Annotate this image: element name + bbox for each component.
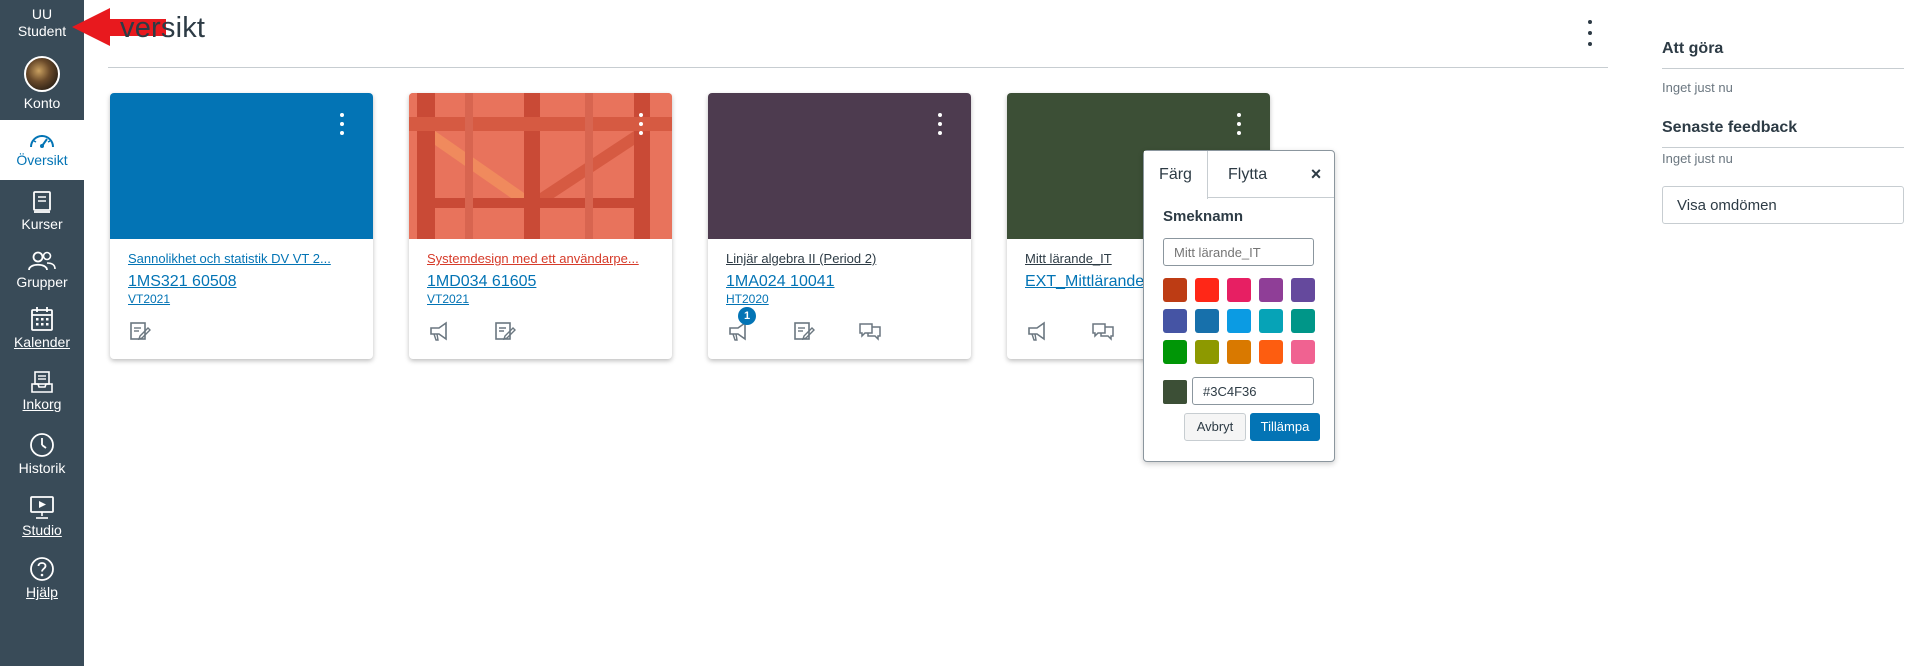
popover-tabs: Färg Flytta × — [1144, 151, 1334, 199]
color-swatch[interactable] — [1227, 309, 1251, 333]
color-swatch[interactable] — [1195, 309, 1219, 333]
course-card: Systemdesign med ett användarpe... 1MD03… — [409, 93, 672, 359]
nav-item-dashboard[interactable]: Översikt — [0, 120, 84, 180]
current-color-preview — [1163, 380, 1187, 404]
close-icon[interactable]: × — [1308, 165, 1324, 183]
course-card-code[interactable]: 1MD034 61605 — [427, 272, 536, 292]
course-card-code[interactable]: 1MA024 10041 — [726, 272, 835, 292]
cancel-button[interactable]: Avbryt — [1184, 413, 1246, 441]
logo-text-line1: UU — [31, 6, 53, 22]
nav-item-courses[interactable]: Kurser — [0, 190, 84, 246]
nav-label-help: Hjälp — [26, 584, 58, 600]
card-options-icon[interactable] — [1235, 113, 1243, 135]
dashboard-options-menu-icon[interactable] — [1582, 20, 1598, 46]
course-card-term[interactable]: VT2021 — [427, 292, 469, 306]
course-card-term[interactable]: HT2020 — [726, 292, 769, 306]
feedback-heading: Senaste feedback — [1662, 119, 1798, 136]
nav-label-account: Konto — [23, 95, 61, 111]
color-swatch[interactable] — [1227, 340, 1251, 364]
apply-button[interactable]: Tillämpa — [1250, 413, 1320, 441]
logo-text-line2: Student — [17, 23, 67, 39]
nav-item-groups[interactable]: Grupper — [0, 250, 84, 306]
nav-item-history[interactable]: Historik — [0, 432, 84, 488]
nickname-input[interactable] — [1163, 238, 1314, 266]
unread-badge: 1 — [738, 307, 756, 325]
color-swatch[interactable] — [1291, 309, 1315, 333]
calendar-icon — [31, 307, 53, 331]
course-color-popover: Färg Flytta × Smeknamn Avbryt Tillämpa — [1143, 150, 1335, 462]
nav-item-calendar[interactable]: Kalender — [0, 306, 84, 364]
hex-color-input[interactable] — [1192, 377, 1314, 405]
color-swatch[interactable] — [1163, 340, 1187, 364]
color-swatch[interactable] — [1227, 278, 1251, 302]
nav-label-inbox: Inkorg — [22, 396, 62, 412]
course-card-code[interactable]: 1MS321 60508 — [128, 272, 237, 292]
assignments-icon[interactable] — [128, 319, 152, 343]
todo-heading: Att göra — [1662, 40, 1724, 57]
color-swatch[interactable] — [1195, 278, 1219, 302]
course-card-code[interactable]: EXT_Mittlärande — [1025, 272, 1144, 292]
global-navigation: UU Student Konto Översikt Kurser Grupper… — [0, 0, 84, 666]
course-card-title[interactable]: Linjär algebra II (Period 2) — [726, 251, 956, 267]
announcements-icon[interactable] — [427, 319, 451, 343]
nav-item-account[interactable]: Konto — [0, 56, 84, 116]
dashboard-icon — [30, 135, 54, 148]
tab-move[interactable]: Flytta — [1228, 151, 1267, 198]
announcements-button[interactable]: 1 — [726, 307, 756, 343]
course-card-title[interactable]: Sannolikhet och statistik DV VT 2... — [128, 251, 358, 267]
feedback-empty-text: Inget just nu — [1662, 151, 1733, 166]
account-avatar — [24, 56, 60, 92]
course-card: Linjär algebra II (Period 2) 1MA024 1004… — [708, 93, 971, 359]
page-title: versikt — [120, 12, 206, 44]
help-icon — [30, 557, 54, 581]
feedback-divider — [1662, 147, 1904, 148]
groups-icon — [28, 251, 56, 271]
course-card-hero[interactable] — [708, 93, 971, 239]
nav-label-courses: Kurser — [21, 216, 63, 232]
history-icon — [30, 433, 54, 457]
color-swatch[interactable] — [1291, 340, 1315, 364]
nav-label-dashboard: Översikt — [16, 152, 68, 168]
color-swatch[interactable] — [1163, 278, 1187, 302]
todo-empty-text: Inget just nu — [1662, 80, 1733, 95]
inbox-icon — [31, 371, 53, 393]
color-swatch[interactable] — [1259, 309, 1283, 333]
studio-icon — [30, 496, 54, 519]
course-card-image — [409, 93, 672, 239]
card-options-icon[interactable] — [936, 113, 944, 135]
announcements-icon[interactable] — [1025, 319, 1049, 343]
card-options-icon[interactable] — [338, 113, 346, 135]
nav-label-groups: Grupper — [16, 274, 68, 290]
nav-item-help[interactable]: Hjälp — [0, 556, 84, 612]
tab-color[interactable]: Färg — [1144, 151, 1208, 199]
color-swatch[interactable] — [1195, 340, 1219, 364]
nav-label-calendar: Kalender — [13, 334, 71, 350]
nickname-label: Smeknamn — [1163, 208, 1244, 225]
discussions-icon[interactable] — [858, 319, 882, 343]
courses-icon — [33, 191, 51, 213]
assignments-icon[interactable] — [493, 319, 517, 343]
nav-label-history: Historik — [18, 460, 66, 476]
todo-divider — [1662, 68, 1904, 69]
course-card-hero[interactable] — [409, 93, 672, 239]
course-card-term[interactable]: VT2021 — [128, 292, 170, 306]
color-swatch[interactable] — [1291, 278, 1315, 302]
course-card-hero[interactable] — [110, 93, 373, 239]
view-grades-button[interactable]: Visa omdömen — [1662, 186, 1904, 224]
course-card: Sannolikhet och statistik DV VT 2... 1MS… — [110, 93, 373, 359]
color-swatch[interactable] — [1259, 278, 1283, 302]
header-divider — [108, 67, 1608, 68]
color-swatch[interactable] — [1163, 309, 1187, 333]
assignments-icon[interactable] — [792, 319, 816, 343]
nav-item-inbox[interactable]: Inkorg — [0, 370, 84, 426]
card-options-icon[interactable] — [637, 113, 645, 135]
color-swatch[interactable] — [1259, 340, 1283, 364]
discussions-icon[interactable] — [1091, 319, 1115, 343]
app-root: UU Student Konto Översikt Kurser Grupper… — [0, 0, 1919, 666]
course-card-title[interactable]: Systemdesign med ett användarpe... — [427, 251, 657, 267]
nav-label-studio: Studio — [22, 522, 62, 538]
nav-item-studio[interactable]: Studio — [0, 494, 84, 550]
